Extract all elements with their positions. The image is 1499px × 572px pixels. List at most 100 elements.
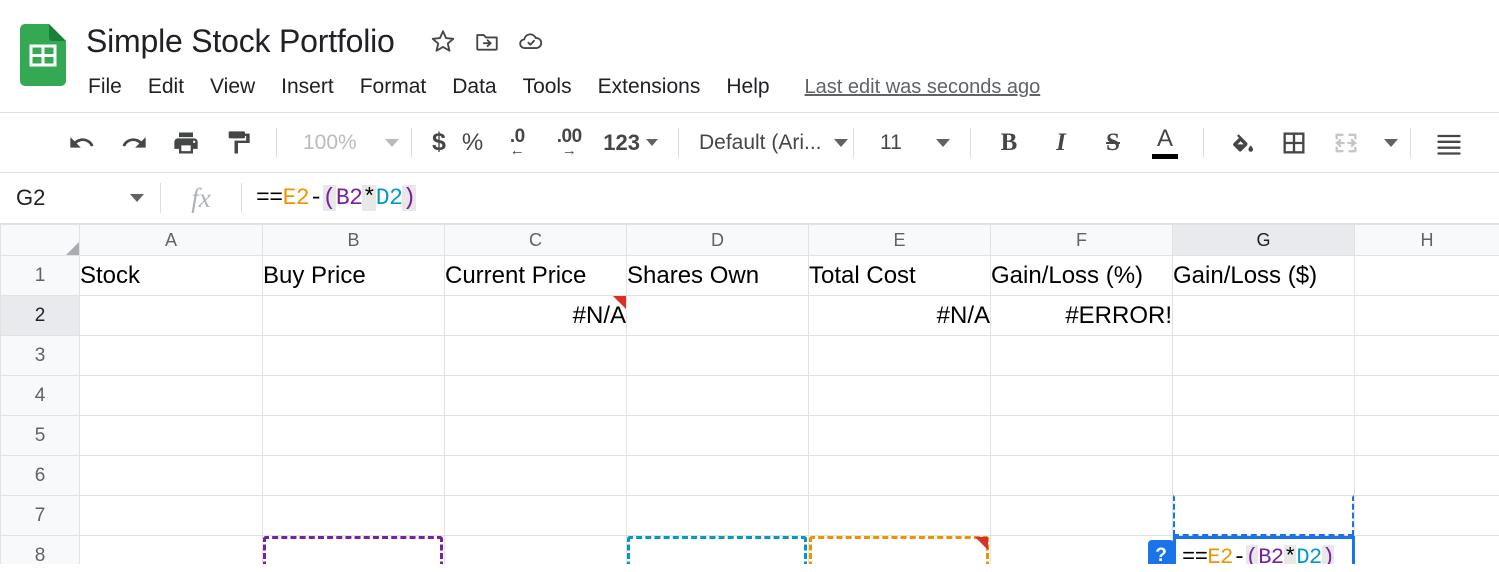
- increase-decimal-button[interactable]: .00 →: [543, 121, 595, 165]
- formula-input[interactable]: ==E2-(B2*D2): [242, 185, 416, 211]
- cell-d3[interactable]: [626, 335, 809, 376]
- row-header-6[interactable]: 6: [0, 455, 80, 496]
- bold-button[interactable]: B: [983, 121, 1035, 165]
- cell-f4[interactable]: [990, 375, 1173, 416]
- cell-a7[interactable]: [79, 495, 263, 536]
- row-header-7[interactable]: 7: [0, 495, 80, 536]
- cell-d8[interactable]: [626, 535, 809, 564]
- menu-format[interactable]: Format: [347, 73, 440, 101]
- row-header-5[interactable]: 5: [0, 415, 80, 456]
- undo-icon[interactable]: [56, 121, 108, 165]
- cell-b2[interactable]: [262, 295, 445, 336]
- cell-f7[interactable]: [990, 495, 1173, 536]
- column-header-d[interactable]: D: [626, 224, 809, 256]
- row-header-2[interactable]: 2: [0, 295, 80, 336]
- menu-data[interactable]: Data: [439, 73, 509, 101]
- column-header-c[interactable]: C: [444, 224, 627, 256]
- cell-c1[interactable]: Current Price: [444, 255, 627, 296]
- column-header-b[interactable]: B: [262, 224, 445, 256]
- cell-a3[interactable]: [79, 335, 263, 376]
- cell-c8[interactable]: [444, 535, 627, 564]
- cell-e4[interactable]: [808, 375, 991, 416]
- menu-file[interactable]: File: [86, 73, 135, 101]
- cell-c7[interactable]: [444, 495, 627, 536]
- menu-view[interactable]: View: [197, 73, 268, 101]
- row-header-3[interactable]: 3: [0, 335, 80, 376]
- cell-e2[interactable]: #N/A: [808, 295, 991, 336]
- align-icon[interactable]: [1423, 121, 1475, 165]
- cell-g3[interactable]: [1172, 335, 1355, 376]
- cell-e7[interactable]: [808, 495, 991, 536]
- borders-icon[interactable]: [1268, 121, 1320, 165]
- cell-e1[interactable]: Total Cost: [808, 255, 991, 296]
- cell-h8[interactable]: [1354, 535, 1499, 564]
- cell-f1[interactable]: Gain/Loss (%): [990, 255, 1173, 296]
- cell-d2[interactable]: [626, 295, 809, 336]
- document-title[interactable]: Simple Stock Portfolio: [86, 23, 421, 60]
- font-family-selector[interactable]: Default (Ari...: [691, 121, 848, 165]
- zoom-chevron-down-icon[interactable]: [385, 138, 399, 147]
- row-header-8[interactable]: 8: [0, 535, 80, 564]
- cell-a4[interactable]: [79, 375, 263, 416]
- cell-e3[interactable]: [808, 335, 991, 376]
- cell-a6[interactable]: [79, 455, 263, 496]
- formula-help-badge[interactable]: ?: [1148, 540, 1174, 564]
- cell-h5[interactable]: [1354, 415, 1499, 456]
- star-icon[interactable]: [421, 25, 465, 57]
- cell-d1[interactable]: Shares Own: [626, 255, 809, 296]
- more-formats-button[interactable]: 123: [595, 121, 666, 165]
- cell-f3[interactable]: [990, 335, 1173, 376]
- cell-d5[interactable]: [626, 415, 809, 456]
- cell-b6[interactable]: [262, 455, 445, 496]
- cell-h3[interactable]: [1354, 335, 1499, 376]
- cell-a2[interactable]: [79, 295, 263, 336]
- move-to-folder-icon[interactable]: [465, 25, 509, 57]
- font-size-selector[interactable]: 11: [866, 121, 958, 165]
- cell-h2[interactable]: [1354, 295, 1499, 336]
- paint-format-icon[interactable]: [212, 121, 264, 165]
- cell-d6[interactable]: [626, 455, 809, 496]
- cell-d7[interactable]: [626, 495, 809, 536]
- cell-e6[interactable]: [808, 455, 991, 496]
- redo-icon[interactable]: [108, 121, 160, 165]
- cell-h4[interactable]: [1354, 375, 1499, 416]
- cell-g2[interactable]: [1172, 295, 1355, 336]
- cloud-saved-icon[interactable]: [509, 25, 553, 57]
- column-header-a[interactable]: A: [79, 224, 263, 256]
- percent-format-button[interactable]: %: [454, 121, 491, 165]
- cell-g7[interactable]: [1172, 495, 1355, 536]
- menu-insert[interactable]: Insert: [268, 73, 347, 101]
- cell-b4[interactable]: [262, 375, 445, 416]
- cell-f5[interactable]: [990, 415, 1173, 456]
- column-header-g[interactable]: G: [1172, 224, 1355, 256]
- menu-edit[interactable]: Edit: [135, 73, 197, 101]
- cell-a8[interactable]: [79, 535, 263, 564]
- cell-b1[interactable]: Buy Price: [262, 255, 445, 296]
- cell-c5[interactable]: [444, 415, 627, 456]
- italic-button[interactable]: I: [1035, 121, 1087, 165]
- print-icon[interactable]: [160, 121, 212, 165]
- strikethrough-button[interactable]: S: [1087, 121, 1139, 165]
- cell-c6[interactable]: [444, 455, 627, 496]
- cell-e5[interactable]: [808, 415, 991, 456]
- cell-g6[interactable]: [1172, 455, 1355, 496]
- cell-h1[interactable]: [1354, 255, 1499, 296]
- cell-b3[interactable]: [262, 335, 445, 376]
- cell-g4[interactable]: [1172, 375, 1355, 416]
- cell-c4[interactable]: [444, 375, 627, 416]
- fill-color-icon[interactable]: [1216, 121, 1268, 165]
- menu-tools[interactable]: Tools: [510, 73, 585, 101]
- name-box[interactable]: G2: [0, 185, 160, 211]
- currency-format-button[interactable]: $: [424, 121, 454, 165]
- zoom-selector[interactable]: 100%: [289, 121, 373, 165]
- cell-a1[interactable]: Stock: [79, 255, 263, 296]
- menu-extensions[interactable]: Extensions: [585, 73, 714, 101]
- cell-g5[interactable]: [1172, 415, 1355, 456]
- menu-help[interactable]: Help: [713, 73, 782, 101]
- cell-h6[interactable]: [1354, 455, 1499, 496]
- decrease-decimal-button[interactable]: .0 ←: [491, 121, 543, 165]
- cell-c2[interactable]: #N/A: [444, 295, 627, 336]
- select-all-corner[interactable]: [0, 224, 80, 256]
- text-color-button[interactable]: A: [1139, 121, 1191, 165]
- cell-f6[interactable]: [990, 455, 1173, 496]
